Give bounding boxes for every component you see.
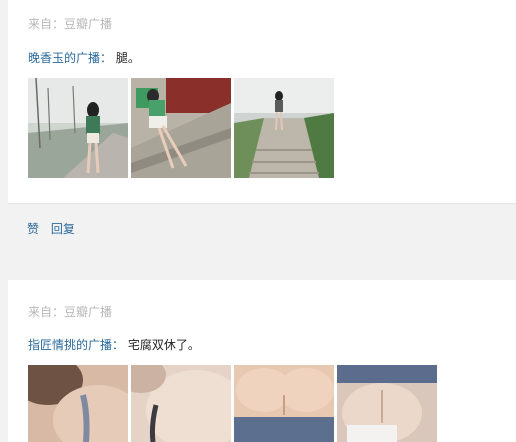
like-button[interactable]: 赞 [27, 222, 39, 236]
post-actions: 赞 回复 [27, 220, 83, 237]
post-content: 晚香玉的广播： 腿。 [28, 49, 140, 66]
photo-thumbnail[interactable] [28, 78, 128, 178]
reply-button[interactable]: 回复 [51, 222, 75, 236]
photo-icon [28, 78, 128, 178]
image-gallery [28, 365, 437, 442]
post-source: 来自：豆瓣广播 [28, 305, 113, 319]
photo-thumbnail[interactable] [131, 365, 231, 442]
photo-thumbnail[interactable] [337, 365, 437, 442]
feed-card: 来自：豆瓣广播 指匠情挑的广播： 宅腐双休了。 [8, 280, 516, 442]
photo-icon [234, 365, 334, 442]
post-text: 宅腐双休了。 [127, 338, 200, 352]
post-source: 来自：豆瓣广播 [28, 17, 113, 31]
photo-thumbnail[interactable] [234, 78, 334, 178]
photo-thumbnail[interactable] [131, 78, 231, 178]
author-link[interactable]: 指匠情挑的广播： [28, 338, 124, 352]
photo-icon [234, 78, 334, 178]
photo-thumbnail[interactable] [28, 365, 128, 442]
image-gallery [28, 78, 334, 178]
photo-icon [131, 78, 231, 178]
photo-thumbnail[interactable] [234, 365, 334, 442]
feed-card: 来自：豆瓣广播 晚香玉的广播： 腿。 [8, 0, 516, 204]
photo-icon [337, 365, 437, 442]
post-content: 指匠情挑的广播： 宅腐双休了。 [28, 336, 200, 353]
photo-icon [131, 365, 231, 442]
post-text: 腿。 [115, 51, 140, 65]
photo-icon [28, 365, 128, 442]
author-link[interactable]: 晚香玉的广播： [28, 51, 112, 65]
